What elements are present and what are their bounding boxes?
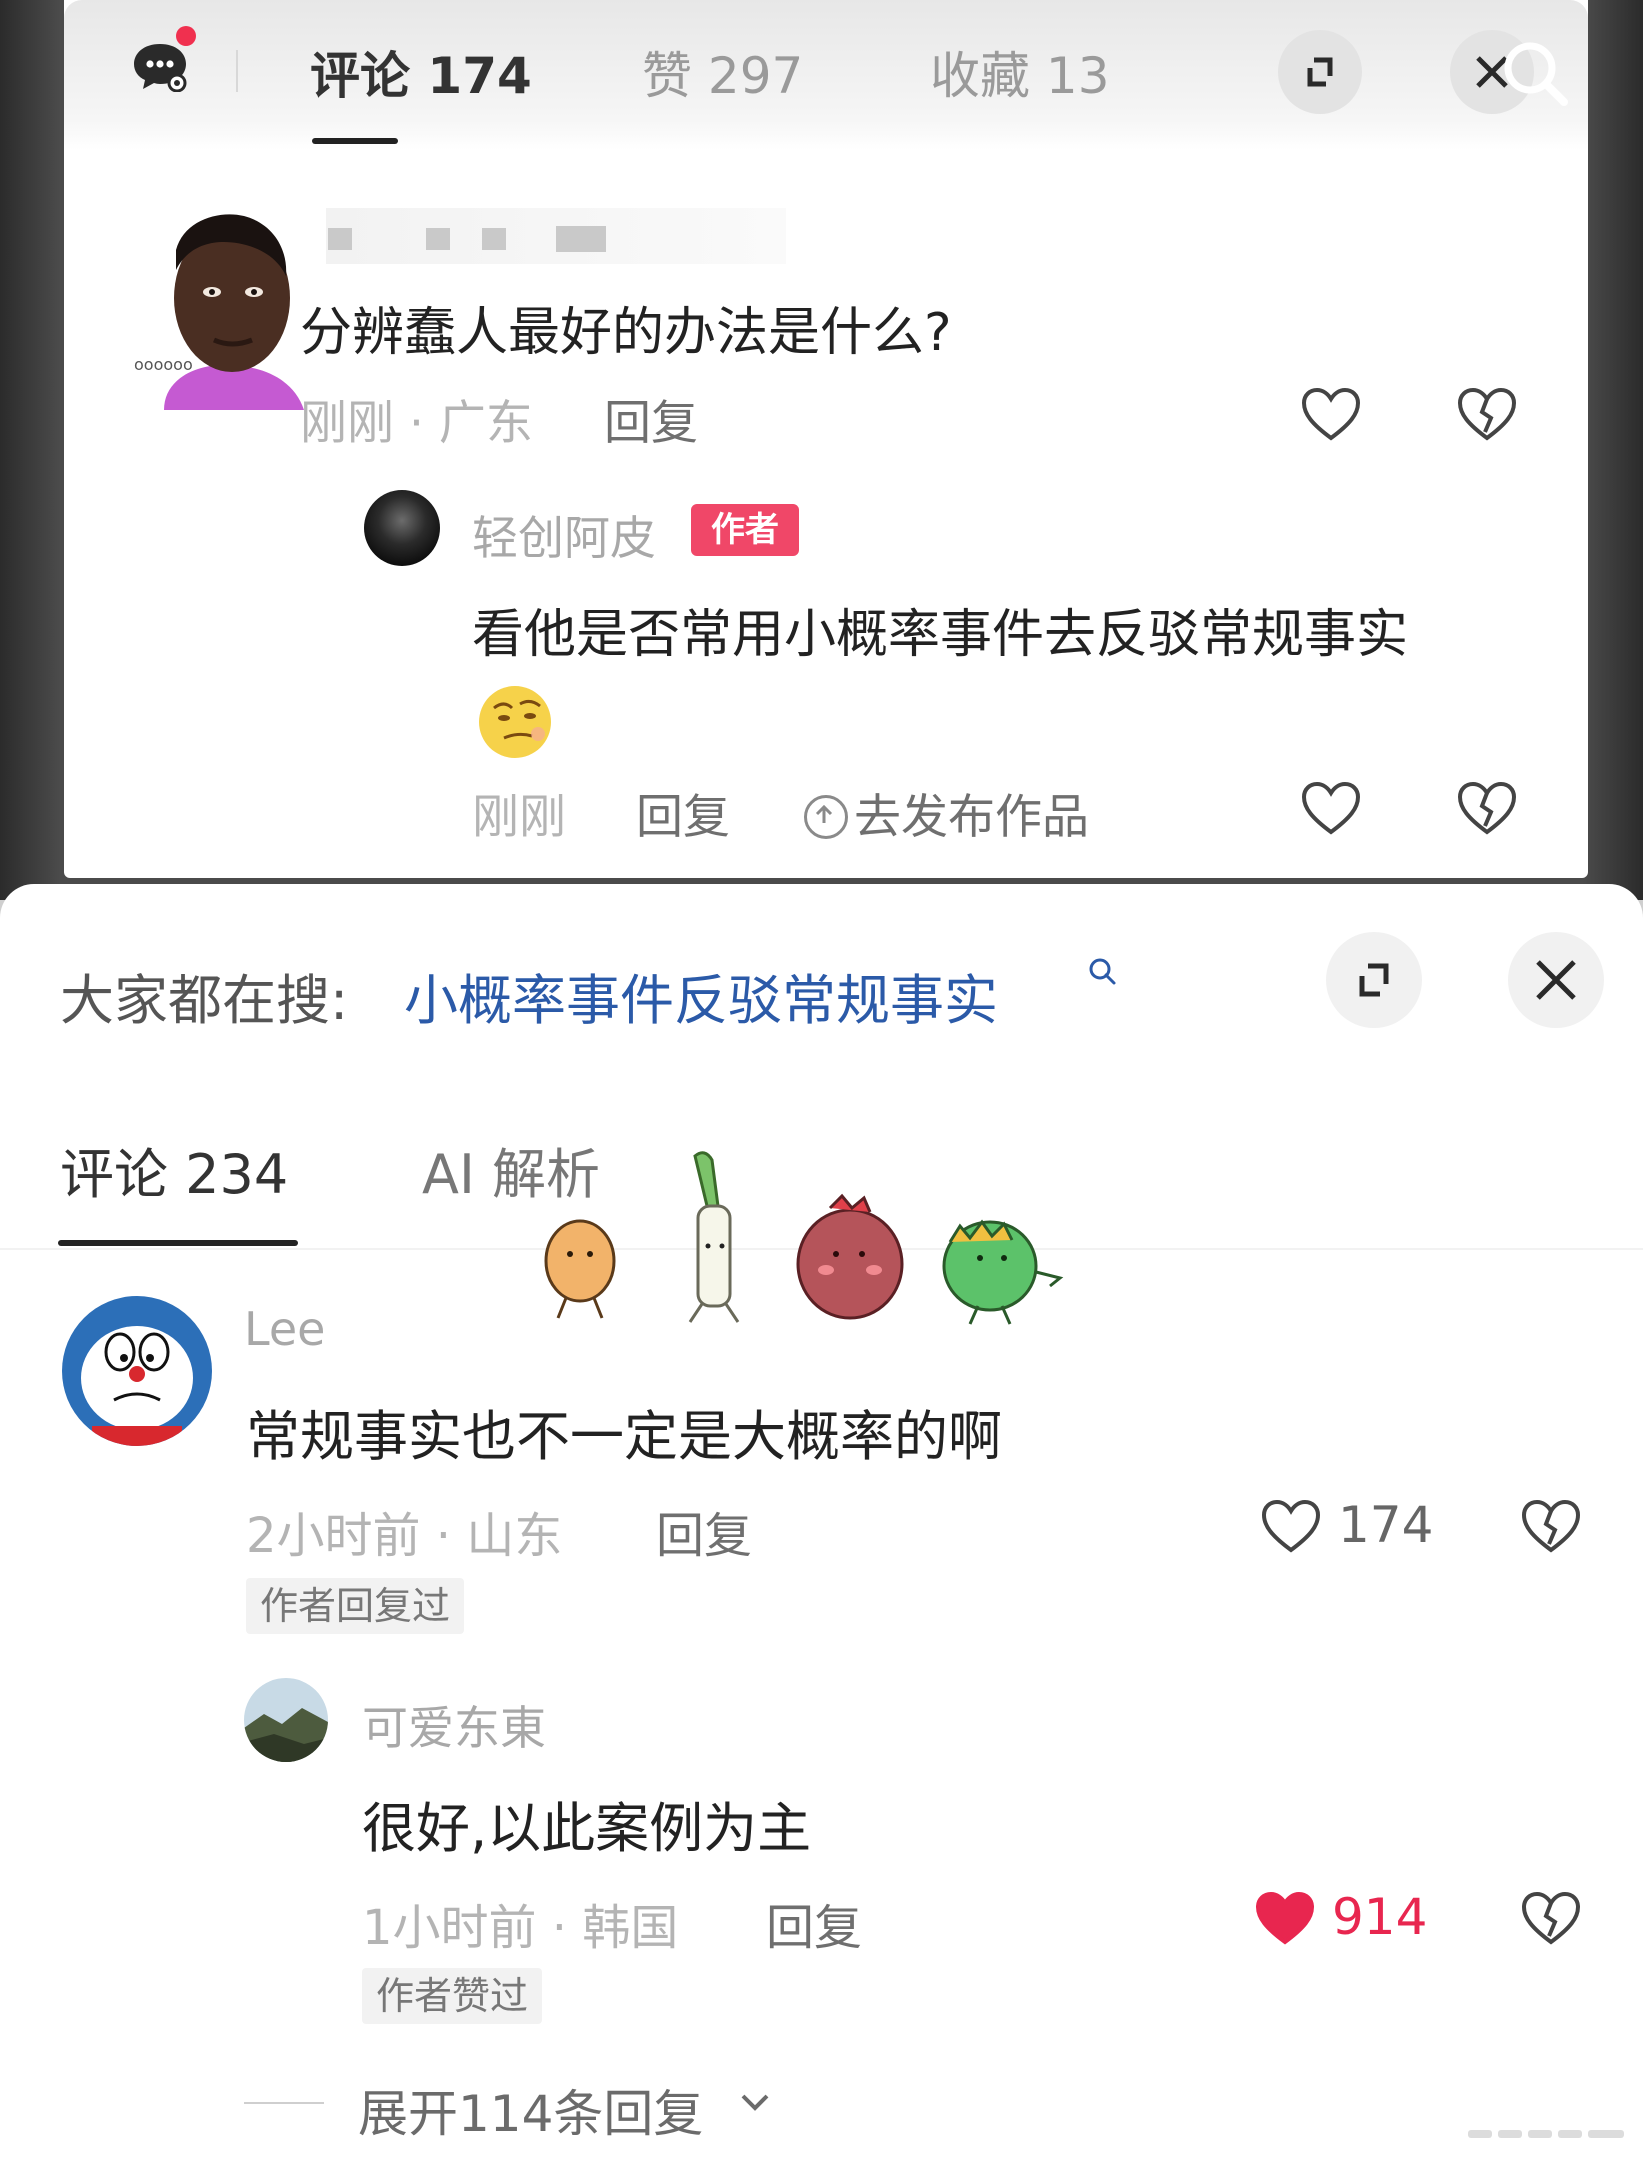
avatar[interactable] [62,1296,212,1446]
heart-filled-icon[interactable] [1254,1890,1316,1946]
heart-icon[interactable] [1300,780,1362,836]
author-username[interactable]: 轻创阿皮 [472,502,656,568]
dislike-icon[interactable] [1520,1890,1582,1946]
reply-button[interactable]: 回复 [636,778,730,847]
commenter-username[interactable]: Lee [244,1302,325,1356]
expand-button[interactable] [1278,30,1362,114]
comment-panel-top: 评论 174 赞 297 收藏 13 oooooo 分辨蠢人最好的办法是什么? … [64,0,1588,878]
like-count: 174 [1338,1496,1434,1554]
header-divider [236,50,238,92]
close-icon [1536,960,1576,1000]
comment-meta: 2小时前 · 山东 [246,1508,563,1564]
comment-panel-bottom: 大家都在搜: 小概率事件反驳常规事实 评论 234 AI 解析 Lee 常规事实… [0,884,1643,2173]
notification-dot [176,26,196,46]
tab-likes[interactable]: 赞 297 [642,36,803,108]
author-replied-tag: 作者回复过 [246,1578,465,1634]
publish-label: 去发布作品 [854,790,1089,845]
tab-comments[interactable]: 评论 234 [60,1130,288,1209]
active-tab-indicator [58,1240,298,1246]
replier-username[interactable]: 可爱东東 [362,1692,546,1758]
trending-search-label: 大家都在搜: [60,969,349,1032]
heart-icon[interactable] [1300,386,1362,442]
close-button[interactable] [1508,932,1604,1028]
comment-panel-header: 评论 174 赞 297 收藏 13 [64,0,1588,150]
heart-icon[interactable] [1260,1498,1322,1554]
reply-text: 看他是否常用小概率事件去反驳常规事实 [472,605,1409,665]
author-liked-tag: 作者赞过 [362,1968,543,2024]
like-count: 914 [1332,1888,1428,1946]
expand-divider [244,2102,324,2104]
expand-button[interactable] [1326,932,1422,1028]
reply-button[interactable]: 回复 [656,1496,752,1566]
blur-block [556,226,606,252]
trending-search-link[interactable]: 小概率事件反驳常规事实 [404,956,998,1035]
publish-work-button[interactable]: 去发布作品 [804,778,1089,847]
avatar[interactable] [244,1678,328,1762]
author-badge: 作者 [691,504,799,556]
comment-text: 常规事实也不一定是大概率的啊 [246,1405,1002,1468]
dislike-icon[interactable] [1456,780,1518,836]
reply-meta: 刚刚 [472,790,566,845]
reply-meta: 1小时前 · 韩国 [362,1900,679,1956]
message-icon[interactable] [130,40,190,92]
blur-block [482,228,506,250]
watermark-icon [1468,2130,1624,2138]
blur-block [328,228,352,250]
avatar[interactable]: oooooo [124,180,304,410]
upload-icon [804,794,848,839]
search-icon[interactable] [1496,34,1576,114]
chevron-down-icon[interactable] [738,2090,772,2116]
reply-text: 很好,以此案例为主 [362,1797,812,1860]
dislike-icon[interactable] [1520,1498,1582,1554]
reply-button[interactable]: 回复 [604,384,698,453]
author-avatar[interactable] [364,490,440,566]
expand-replies-button[interactable]: 展开114条回复 [358,2074,703,2146]
tab-favorites[interactable]: 收藏 13 [930,36,1110,108]
cartoon-stickers-icon [544,1151,1064,1325]
active-tab-indicator [312,138,398,144]
tab-comments[interactable]: 评论 174 [310,36,532,108]
dislike-icon[interactable] [1456,386,1518,442]
svg-text:oooooo: oooooo [134,355,193,374]
smirk-emoji-icon [479,686,551,758]
comment-meta: 刚刚 · 广东 [300,396,533,451]
search-icon[interactable] [1084,954,1120,990]
reply-button[interactable]: 回复 [766,1888,862,1958]
comment-text: 分辨蠢人最好的办法是什么? [300,303,952,363]
expand-icon [1307,57,1333,87]
blur-block [426,228,450,250]
expand-icon [1359,963,1389,997]
